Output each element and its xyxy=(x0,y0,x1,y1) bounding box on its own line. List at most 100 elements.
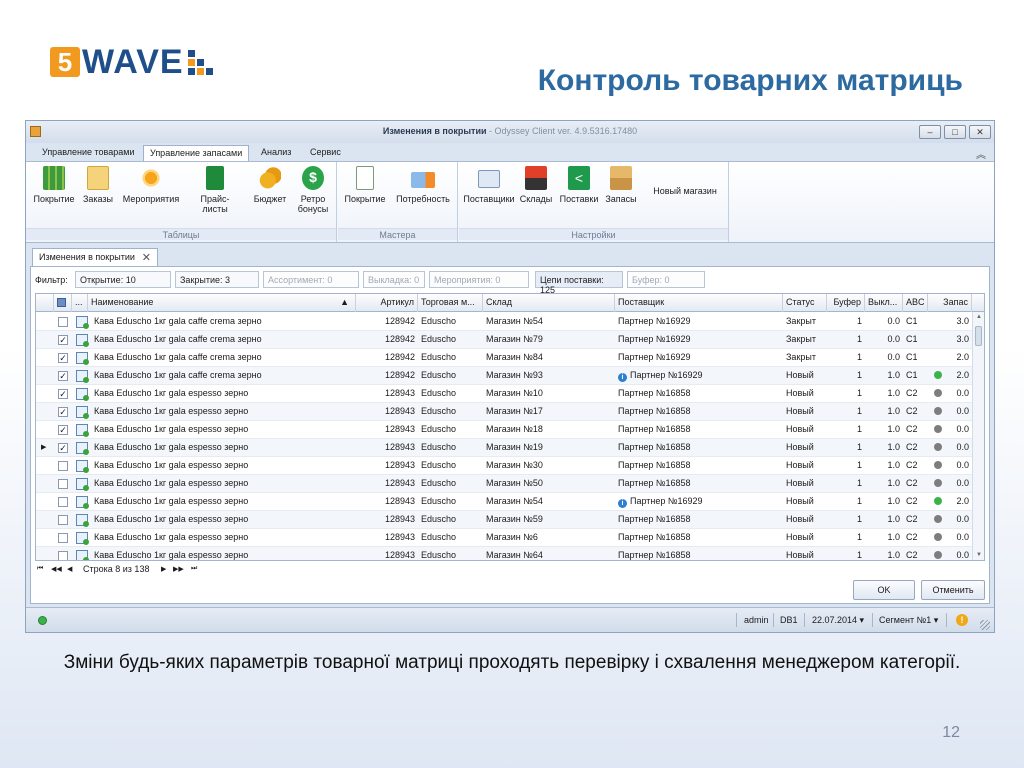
row-checkbox[interactable]: ✓ xyxy=(58,443,68,453)
ribbon-group-tables: Покрытие Заказы Мероприятия Прайс-листы … xyxy=(26,162,337,242)
first-record-icon[interactable]: ⏮ xyxy=(37,565,43,573)
cell-abc: C2 xyxy=(903,403,928,420)
prev-record-icon[interactable]: ◀ xyxy=(67,565,72,573)
warning-icon[interactable]: ! xyxy=(956,614,968,626)
ribbon-events-button[interactable]: Мероприятия xyxy=(122,166,180,204)
row-checkbox[interactable] xyxy=(58,497,68,507)
close-button[interactable]: ✕ xyxy=(969,125,991,139)
col-status[interactable]: Статус xyxy=(783,294,827,312)
col-store[interactable]: Склад xyxy=(483,294,615,312)
cell-text: 1 xyxy=(856,406,862,416)
cell-text: C1 xyxy=(906,370,918,380)
scroll-down-icon[interactable]: ▼ xyxy=(976,552,982,558)
row-checkbox[interactable]: ✓ xyxy=(58,425,68,435)
col-display[interactable]: Выкл... xyxy=(865,294,903,312)
table-row[interactable]: ✓ Кава Eduscho 1кг gala caffe crema зерно… xyxy=(36,331,972,349)
minimize-button[interactable]: – xyxy=(919,125,941,139)
row-checkbox[interactable] xyxy=(58,551,68,560)
row-checkbox[interactable] xyxy=(58,461,68,471)
ribbon-demand-button[interactable]: Потребность xyxy=(394,166,452,204)
ribbon-budget-button[interactable]: Бюджет xyxy=(250,166,290,204)
status-date-dropdown[interactable]: 22.07.2014 ▾ xyxy=(812,615,864,626)
filter-opening[interactable]: Открытие: 10 xyxy=(75,271,171,288)
ribbon-orders-button[interactable]: Заказы xyxy=(82,166,114,204)
table-row[interactable]: Кава Eduscho 1кг gala caffe crema зерно 1… xyxy=(36,313,972,331)
close-tab-icon[interactable]: ✕ xyxy=(142,251,151,264)
info-icon[interactable]: i xyxy=(618,373,627,382)
tab-service[interactable]: Сервис xyxy=(304,145,347,161)
table-row[interactable]: ✓ Кава Eduscho 1кг gala espesso зерно 1289… xyxy=(36,385,972,403)
ribbon-stocks-button[interactable]: Запасы xyxy=(603,166,639,204)
info-icon[interactable]: i xyxy=(618,499,627,508)
row-checkbox[interactable]: ✓ xyxy=(58,407,68,417)
cell-brand: Eduscho xyxy=(418,331,483,348)
resize-grip-icon[interactable] xyxy=(980,620,990,630)
tab-goods-management[interactable]: Управление товарами xyxy=(36,145,140,161)
next-record-icon[interactable]: ▶ xyxy=(161,565,166,573)
table-row[interactable]: Кава Eduscho 1кг gala espesso зерно 12894… xyxy=(36,475,972,493)
filter-closing[interactable]: Закрытие: 3 xyxy=(175,271,259,288)
cell-text: Eduscho xyxy=(421,460,457,470)
cancel-button[interactable]: Отменить xyxy=(921,580,985,600)
ribbon-pricelists-button[interactable]: Прайс-листы xyxy=(188,166,242,214)
vertical-scrollbar[interactable]: ▲ ▼ xyxy=(972,312,984,560)
cell-text: Партнер №16858 xyxy=(618,532,691,542)
ribbon-coverage-wizard-button[interactable]: Покрытие xyxy=(342,166,388,204)
filter-events[interactable]: Мероприятия: 0 xyxy=(429,271,529,288)
filter-buffer[interactable]: Буфер: 0 xyxy=(627,271,705,288)
table-row[interactable]: ✓ Кава Eduscho 1кг gala caffe crema зерно… xyxy=(36,349,972,367)
tab-stock-management[interactable]: Управление запасами xyxy=(143,145,250,161)
prev-page-icon[interactable]: ◀◀ xyxy=(51,565,62,573)
table-row[interactable]: Кава Eduscho 1кг gala espesso зерно 12894… xyxy=(36,529,972,547)
table-row[interactable]: Кава Eduscho 1кг gala espesso зерно 12894… xyxy=(36,493,972,511)
table-row[interactable]: ✓ Кава Eduscho 1кг gala espesso зерно 1289… xyxy=(36,403,972,421)
table-row[interactable]: Кава Eduscho 1кг gala espesso зерно 12894… xyxy=(36,457,972,475)
ribbon-new-store-button[interactable]: Новый магазин xyxy=(645,186,725,196)
ok-button[interactable]: OK xyxy=(853,580,915,600)
col-brand[interactable]: Торговая м... xyxy=(418,294,483,312)
filter-supply-chains[interactable]: Цепи поставки: 125 xyxy=(535,271,623,295)
ribbon-coverage-button[interactable]: Покрытие xyxy=(32,166,76,204)
table-row[interactable]: ✓ Кава Eduscho 1кг gala espesso зерно 1289… xyxy=(36,421,972,439)
product-record-icon xyxy=(76,316,89,329)
row-checkbox[interactable]: ✓ xyxy=(58,335,68,345)
row-checkbox[interactable] xyxy=(58,317,68,327)
row-checkbox[interactable] xyxy=(58,479,68,489)
row-checkbox[interactable] xyxy=(58,533,68,543)
filter-assortment[interactable]: Ассортимент: 0 xyxy=(263,271,359,288)
collapse-ribbon-icon[interactable]: ︽ xyxy=(976,146,986,161)
row-checkbox[interactable]: ✓ xyxy=(58,371,68,381)
document-tab-coverage-changes[interactable]: Изменения в покрытии ✕ xyxy=(32,248,158,266)
scrollbar-thumb[interactable] xyxy=(975,326,982,346)
ribbon-retro-bonus-button[interactable]: $ Ретро бонусы xyxy=(294,166,332,214)
row-checkbox[interactable] xyxy=(58,515,68,525)
col-article[interactable]: Артикул xyxy=(356,294,418,312)
last-record-icon[interactable]: ⏭ xyxy=(191,565,197,573)
cell-brand: Eduscho xyxy=(418,475,483,492)
col-name[interactable]: Наименование ▲ xyxy=(88,294,356,312)
col-buffer[interactable]: Буфер xyxy=(827,294,865,312)
cell-text: Кава Eduscho 1кг gala caffe crema зерно xyxy=(94,316,262,326)
maximize-button[interactable]: □ xyxy=(944,125,966,139)
row-checkbox[interactable]: ✓ xyxy=(58,389,68,399)
cell-text: 1 xyxy=(856,334,862,344)
ribbon-deliveries-button[interactable]: < Поставки xyxy=(558,166,600,204)
table-row[interactable]: ✓ Кава Eduscho 1кг gala caffe crema зерно… xyxy=(36,367,972,385)
scroll-up-icon[interactable]: ▲ xyxy=(976,314,982,320)
status-segment-dropdown[interactable]: Сегмент №1 ▾ xyxy=(879,615,938,626)
col-supplier[interactable]: Поставщик xyxy=(615,294,783,312)
table-row[interactable]: ▶ ✓ Кава Eduscho 1кг gala espesso зерно 128… xyxy=(36,439,972,457)
col-more[interactable]: ... xyxy=(72,294,88,312)
ribbon-warehouses-button[interactable]: Склады xyxy=(519,166,553,204)
row-checkbox[interactable]: ✓ xyxy=(58,353,68,363)
next-page-icon[interactable]: ▶▶ xyxy=(173,565,184,573)
ribbon-suppliers-button[interactable]: Поставщики xyxy=(463,166,515,204)
filter-display[interactable]: Выкладка: 0 xyxy=(363,271,425,288)
cell-display: 1.0 xyxy=(865,529,903,546)
tab-analysis[interactable]: Анализ xyxy=(255,145,297,161)
table-row[interactable]: Кава Eduscho 1кг gala espesso зерно 12894… xyxy=(36,511,972,529)
col-stock[interactable]: Запас xyxy=(928,294,972,312)
col-abc[interactable]: ABC xyxy=(903,294,928,312)
select-all-icon[interactable] xyxy=(54,294,72,312)
table-row[interactable]: Кава Eduscho 1кг gala espesso зерно 12894… xyxy=(36,547,972,560)
